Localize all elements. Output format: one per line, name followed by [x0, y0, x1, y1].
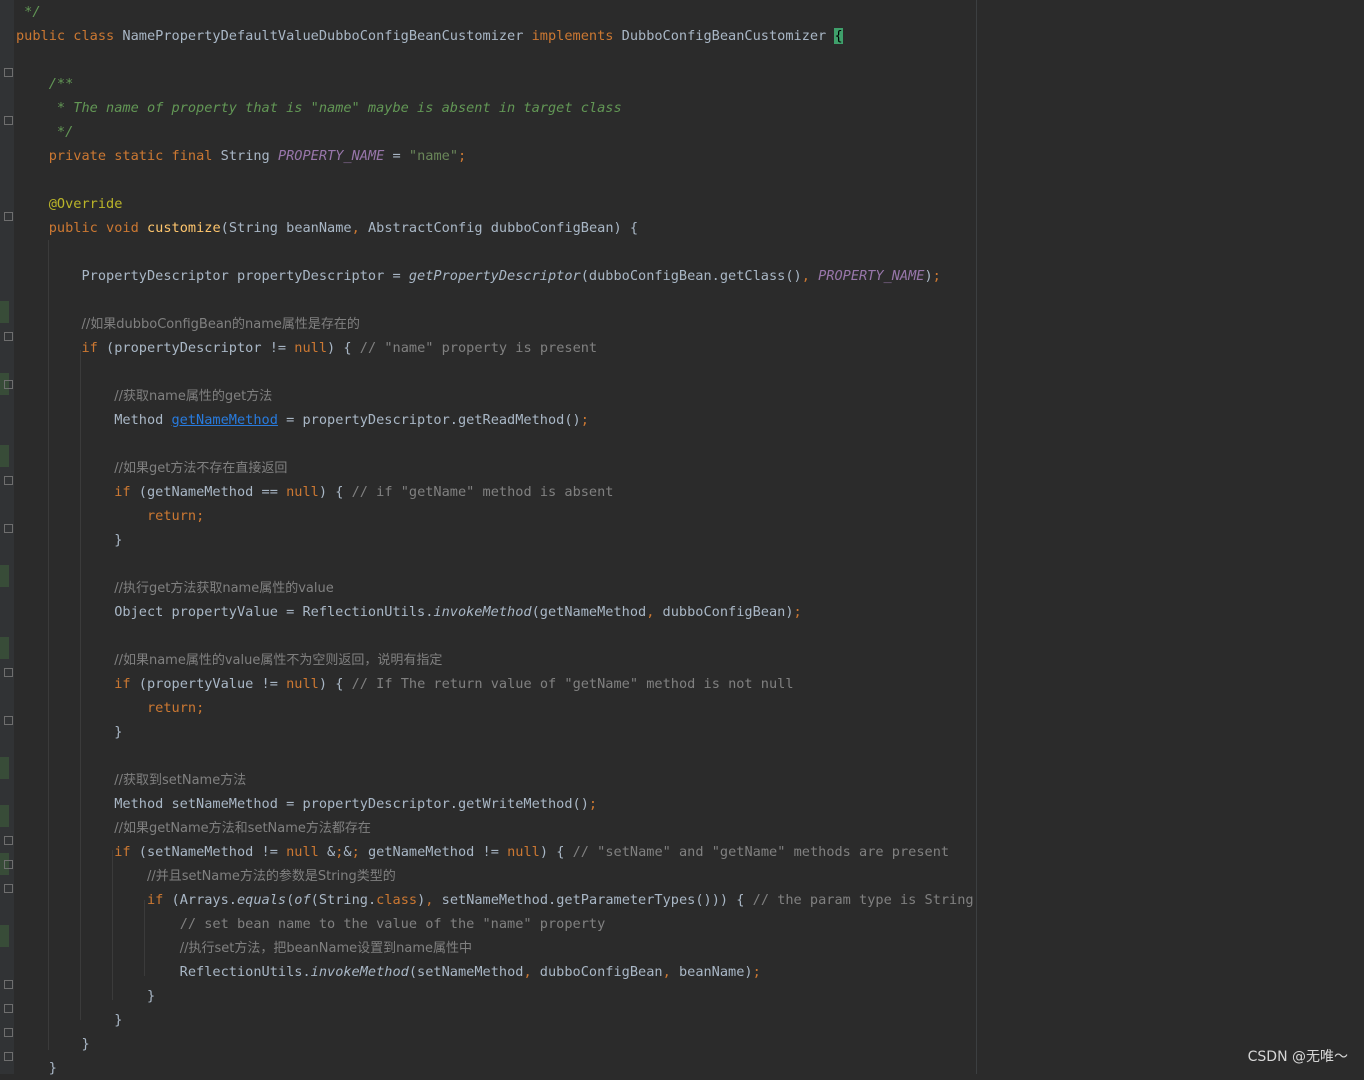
code-line[interactable]: ReflectionUtils.invokeMethod(setNameMeth…	[16, 960, 761, 984]
fold-toggle-icon[interactable]	[4, 716, 13, 725]
code-line[interactable]: //获取到setName方法	[16, 768, 246, 792]
fold-toggle-icon[interactable]	[4, 1004, 13, 1013]
vcs-change-marker[interactable]	[0, 805, 9, 827]
code-line[interactable]: return;	[16, 504, 204, 528]
code-line[interactable]: @Override	[16, 192, 123, 216]
code-line[interactable]: }	[16, 1056, 57, 1080]
code-line[interactable]: public void customize(String beanName, A…	[16, 216, 638, 240]
fold-toggle-icon[interactable]	[4, 380, 13, 389]
code-line[interactable]: if (setNameMethod != null &;&; getNameMe…	[16, 840, 949, 864]
fold-toggle-icon[interactable]	[4, 884, 13, 893]
code-line[interactable]: }	[16, 1032, 89, 1056]
fold-toggle-icon[interactable]	[4, 524, 13, 533]
vcs-change-marker[interactable]	[0, 925, 9, 947]
vcs-change-marker[interactable]	[0, 445, 9, 467]
code-line[interactable]: Method getNameMethod = propertyDescripto…	[16, 408, 589, 432]
fold-toggle-icon[interactable]	[4, 116, 13, 125]
code-line[interactable]: * The name of property that is "name" ma…	[16, 96, 622, 120]
fold-toggle-icon[interactable]	[4, 332, 13, 341]
fold-toggle-icon[interactable]	[4, 212, 13, 221]
code-line[interactable]: Object propertyValue = ReflectionUtils.i…	[16, 600, 802, 624]
fold-toggle-icon[interactable]	[4, 836, 13, 845]
code-line[interactable]: }	[16, 528, 122, 552]
code-line[interactable]: }	[16, 720, 122, 744]
code-line[interactable]: return;	[16, 696, 204, 720]
code-editor[interactable]: */public class NamePropertyDefaultValueD…	[0, 0, 976, 1076]
code-line[interactable]: private static final String PROPERTY_NAM…	[16, 144, 466, 168]
code-line[interactable]: PropertyDescriptor propertyDescriptor = …	[16, 264, 940, 288]
code-line[interactable]: }	[16, 1008, 122, 1032]
code-line[interactable]: //获取name属性的get方法	[16, 384, 272, 408]
fold-toggle-icon[interactable]	[4, 1052, 13, 1061]
fold-toggle-icon[interactable]	[4, 980, 13, 989]
code-line[interactable]: /**	[16, 72, 74, 96]
right-margin-guide	[976, 0, 977, 1074]
watermark: CSDN @无唯～	[1247, 1049, 1348, 1065]
code-line[interactable]: //如果dubboConfigBean的name属性是存在的	[16, 312, 359, 336]
fold-toggle-icon[interactable]	[4, 1028, 13, 1037]
fold-toggle-icon[interactable]	[4, 668, 13, 677]
fold-toggle-icon[interactable]	[4, 860, 13, 869]
code-line[interactable]: //如果name属性的value属性不为空则返回，说明有指定	[16, 648, 442, 672]
code-line[interactable]: //如果get方法不存在直接返回	[16, 456, 287, 480]
code-line[interactable]: Method setNameMethod = propertyDescripto…	[16, 792, 597, 816]
vcs-change-marker[interactable]	[0, 565, 9, 587]
vcs-change-marker[interactable]	[0, 757, 9, 779]
code-line[interactable]: if (propertyDescriptor != null) { // "na…	[16, 336, 597, 360]
code-line[interactable]: // set bean name to the value of the "na…	[16, 912, 606, 936]
code-line[interactable]: if (propertyValue != null) { // If The r…	[16, 672, 793, 696]
code-line[interactable]: public class NamePropertyDefaultValueDub…	[16, 24, 843, 48]
code-line[interactable]: if (Arrays.equals(of(String.class), setN…	[16, 888, 974, 912]
code-line[interactable]: //执行get方法获取name属性的value	[16, 576, 333, 600]
code-line[interactable]: */	[16, 120, 73, 144]
code-line[interactable]: }	[16, 984, 155, 1008]
code-line[interactable]: //并且setName方法的参数是String类型的	[16, 864, 396, 888]
vcs-change-marker[interactable]	[0, 301, 9, 323]
code-line[interactable]: if (getNameMethod == null) { // if "getN…	[16, 480, 613, 504]
code-line[interactable]: */	[16, 0, 40, 24]
fold-toggle-icon[interactable]	[4, 68, 13, 77]
vcs-change-marker[interactable]	[0, 637, 9, 659]
fold-toggle-icon[interactable]	[4, 476, 13, 485]
code-line[interactable]: //执行set方法，把beanName设置到name属性中	[16, 936, 472, 960]
code-line[interactable]: //如果getName方法和setName方法都存在	[16, 816, 371, 840]
